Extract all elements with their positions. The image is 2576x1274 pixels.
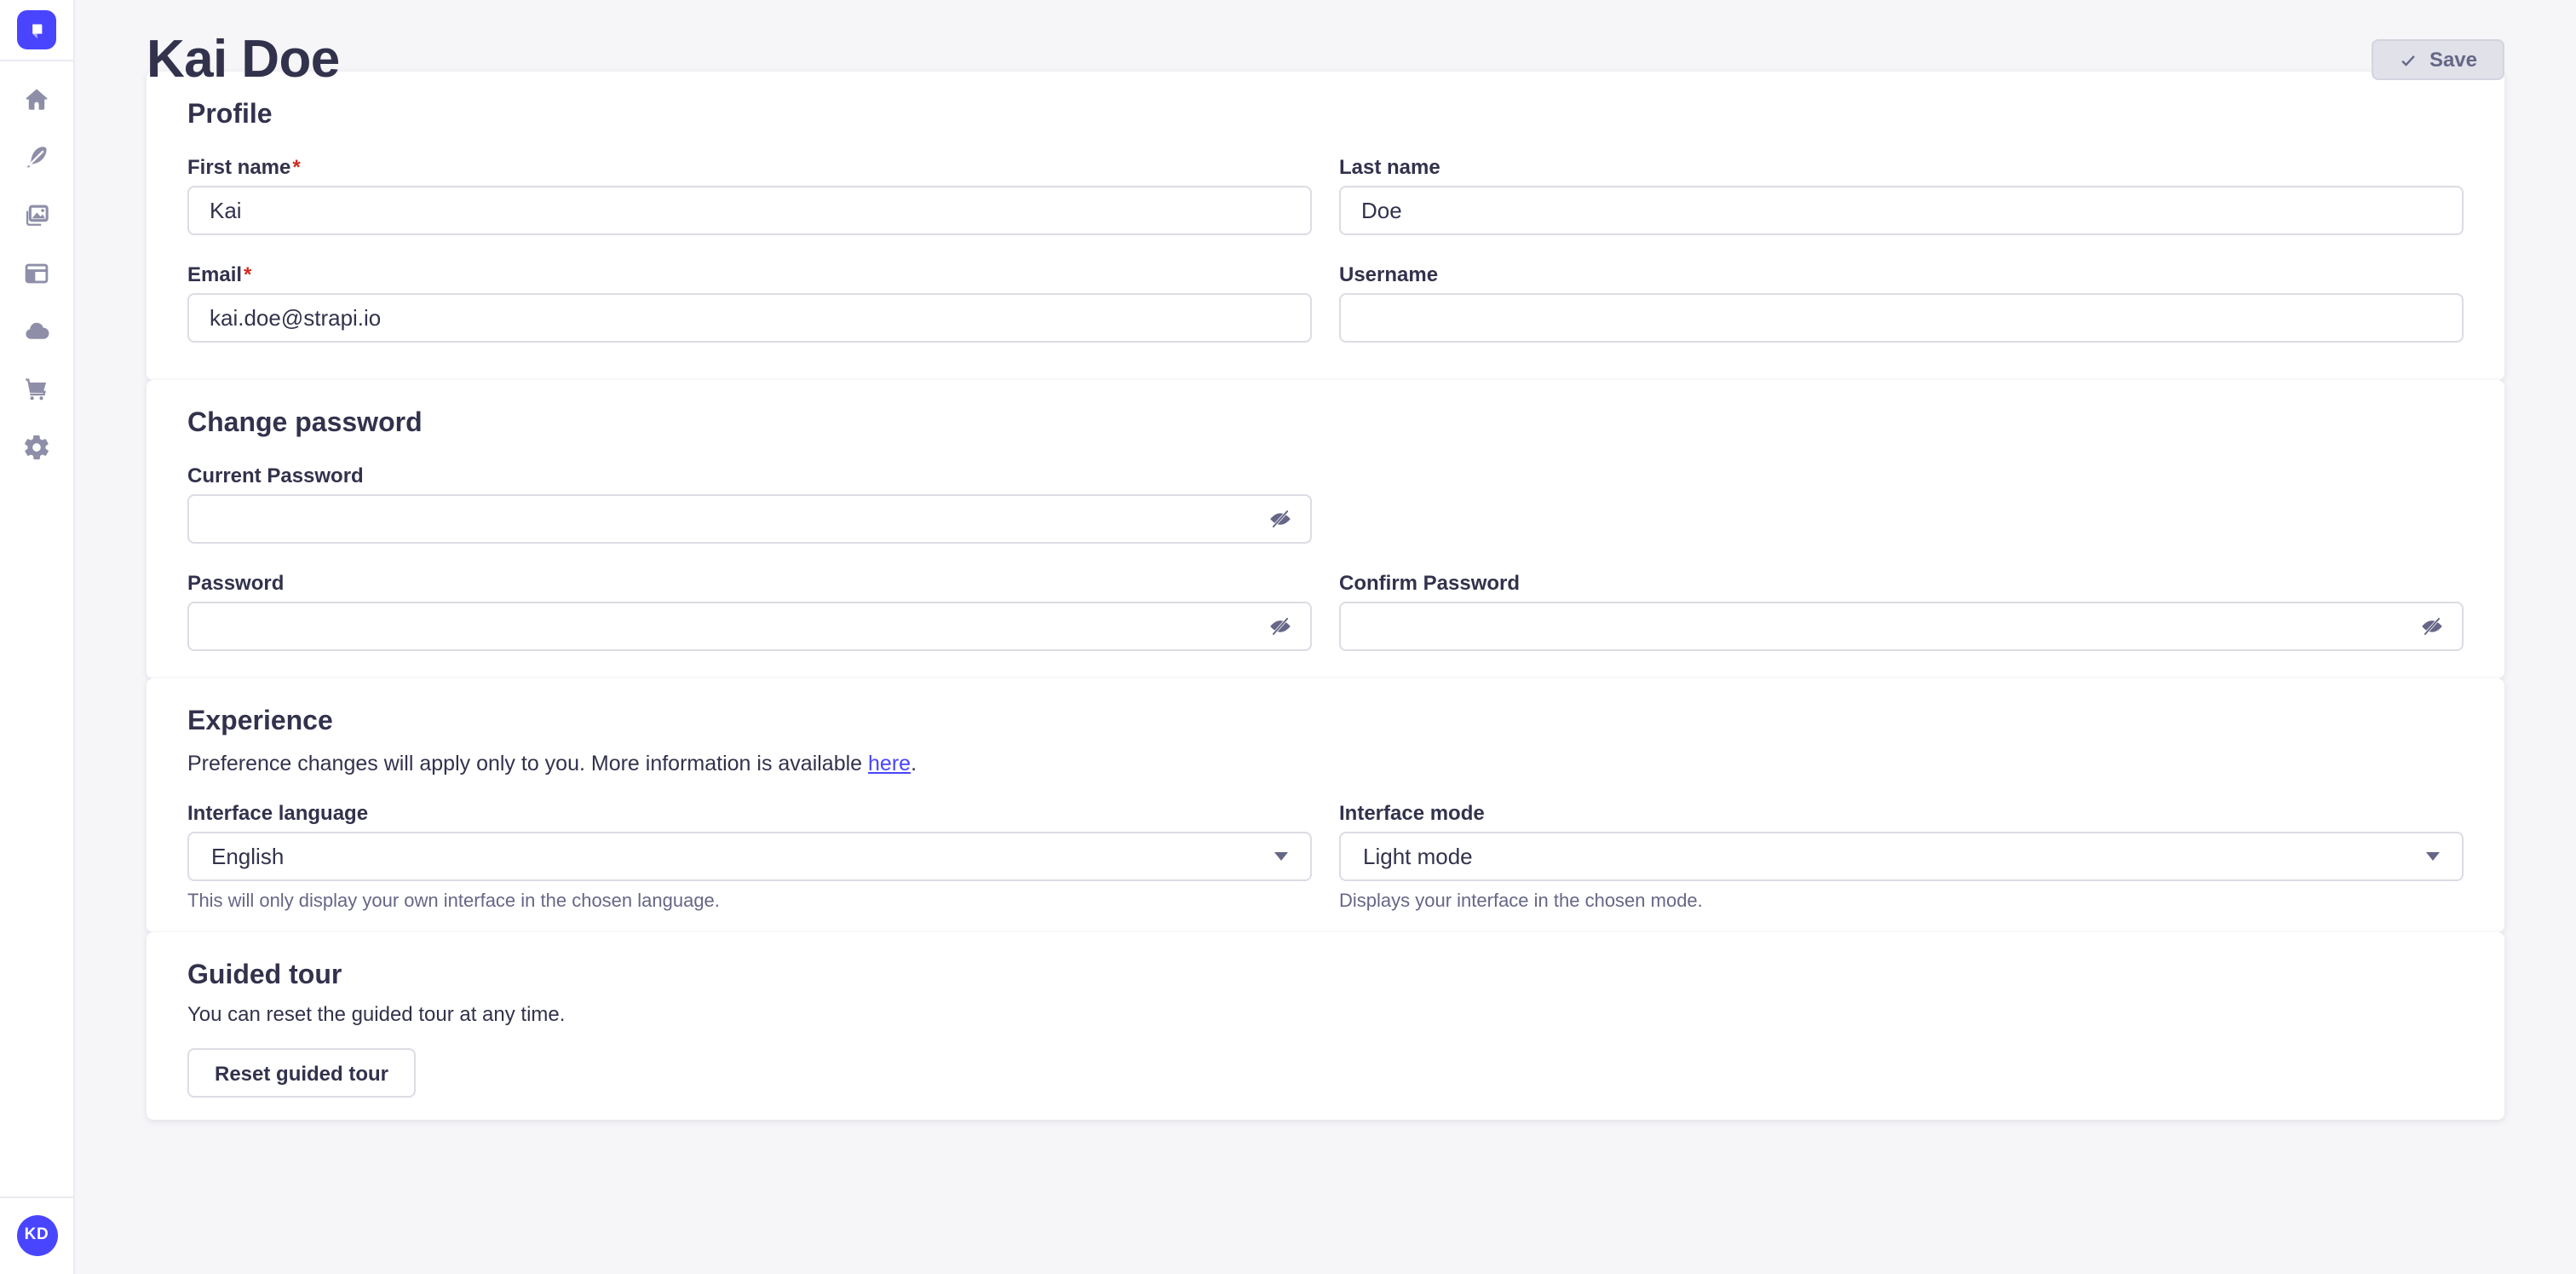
cart-icon: [22, 374, 51, 403]
password-grid-spacer: [1339, 464, 2464, 544]
sidebar: KD: [0, 0, 75, 1274]
chevron-down-icon: [1274, 852, 1288, 861]
sidebar-nav: [0, 70, 73, 1196]
save-button-label: Save: [2429, 48, 2477, 72]
username-label: Username: [1339, 262, 2464, 286]
password-fields: Current Password Pass: [187, 464, 2464, 651]
email-input[interactable]: [187, 293, 1312, 343]
more-information-link[interactable]: here: [868, 752, 911, 775]
interface-language-value: English: [211, 844, 284, 869]
user-avatar[interactable]: KD: [16, 1214, 57, 1255]
experience-desc-text: Preference changes will apply only to yo…: [187, 752, 868, 775]
first-name-input[interactable]: [187, 186, 1312, 235]
experience-fields: Interface language English This will onl…: [187, 801, 2464, 912]
last-name-input[interactable]: [1339, 186, 2464, 235]
first-name-field: First name*: [187, 155, 1312, 235]
confirm-password-label: Confirm Password: [1339, 571, 2464, 595]
first-name-label: First name*: [187, 155, 1312, 179]
username-field: Username: [1339, 262, 2464, 343]
main-content: Kai Doe Save Profile First name* Last na…: [75, 0, 2576, 1274]
check-icon: [2399, 50, 2418, 69]
sidebar-footer: KD: [0, 1196, 73, 1274]
logo-container: [0, 0, 73, 61]
interface-mode-select[interactable]: Light mode: [1339, 832, 2464, 881]
eye-slash-icon: [1267, 614, 1292, 639]
confirm-password-field: Confirm Password: [1339, 571, 2464, 651]
interface-language-field: Interface language English This will onl…: [187, 801, 1312, 912]
experience-section-title: Experience: [187, 706, 2464, 740]
reset-guided-tour-button[interactable]: Reset guided tour: [187, 1048, 416, 1098]
app-root: KD Kai Doe Save Profile First name*: [0, 0, 2576, 1274]
interface-mode-label: Interface mode: [1339, 801, 2464, 825]
current-password-input[interactable]: [187, 494, 1312, 544]
sidebar-item-media-library[interactable]: [0, 186, 73, 244]
cloud-icon: [22, 316, 51, 345]
interface-language-hint: This will only display your own interfac…: [187, 891, 1312, 912]
guided-tour-description: You can reset the guided tour at any tim…: [187, 1000, 2464, 1028]
sidebar-item-cloud[interactable]: [0, 302, 73, 360]
change-password-card: Change password Current Password: [147, 380, 2504, 678]
profile-card: Profile First name* Last name Email* Use…: [147, 72, 2504, 380]
current-password-label: Current Password: [187, 464, 1312, 487]
strapi-logo-icon: [22, 15, 51, 44]
gear-icon: [22, 432, 51, 461]
email-label: Email*: [187, 262, 1312, 286]
eye-slash-icon: [1267, 506, 1292, 532]
images-icon: [22, 200, 51, 229]
profile-section-title: Profile: [187, 99, 2464, 133]
page-title: Kai Doe: [147, 29, 340, 90]
confirm-password-input[interactable]: [1339, 602, 2464, 651]
experience-desc-period: .: [911, 752, 917, 775]
sidebar-item-settings[interactable]: [0, 418, 73, 476]
experience-description: Preference changes will apply only to yo…: [187, 750, 2464, 779]
required-asterisk: *: [292, 155, 300, 179]
interface-mode-value: Light mode: [1363, 844, 1473, 869]
email-field: Email*: [187, 262, 1312, 343]
experience-card: Experience Preference changes will apply…: [147, 678, 2504, 932]
feather-icon: [22, 142, 51, 171]
guided-tour-section-title: Guided tour: [187, 960, 2464, 994]
sidebar-item-marketplace[interactable]: [0, 360, 73, 418]
sidebar-item-home[interactable]: [0, 70, 73, 128]
required-asterisk: *: [244, 262, 251, 286]
profile-fields: First name* Last name Email* Username: [187, 155, 2464, 343]
toggle-current-password-visibility[interactable]: [1264, 504, 1295, 534]
home-icon: [22, 84, 51, 113]
layout-icon: [22, 258, 51, 287]
guided-tour-card: Guided tour You can reset the guided tou…: [147, 932, 2504, 1120]
password-section-title: Change password: [187, 407, 2464, 441]
current-password-field: Current Password: [187, 464, 1312, 544]
new-password-label: Password: [187, 571, 1312, 595]
last-name-field: Last name: [1339, 155, 2464, 235]
toggle-confirm-password-visibility[interactable]: [2416, 611, 2447, 642]
eye-slash-icon: [2418, 614, 2444, 639]
save-button[interactable]: Save: [2372, 39, 2504, 80]
sidebar-item-content-manager[interactable]: [0, 128, 73, 186]
sidebar-item-content-type-builder[interactable]: [0, 244, 73, 302]
interface-mode-field: Interface mode Light mode Displays your …: [1339, 801, 2464, 912]
toggle-new-password-visibility[interactable]: [1264, 611, 1295, 642]
new-password-input[interactable]: [187, 602, 1312, 651]
new-password-field: Password: [187, 571, 1312, 651]
strapi-logo[interactable]: [17, 10, 56, 49]
page-header: Kai Doe Save: [147, 0, 2504, 72]
interface-mode-hint: Displays your interface in the chosen mo…: [1339, 891, 2464, 912]
chevron-down-icon: [2426, 852, 2440, 861]
interface-language-label: Interface language: [187, 801, 1312, 825]
last-name-label: Last name: [1339, 155, 2464, 179]
username-input[interactable]: [1339, 293, 2464, 343]
interface-language-select[interactable]: English: [187, 832, 1312, 881]
